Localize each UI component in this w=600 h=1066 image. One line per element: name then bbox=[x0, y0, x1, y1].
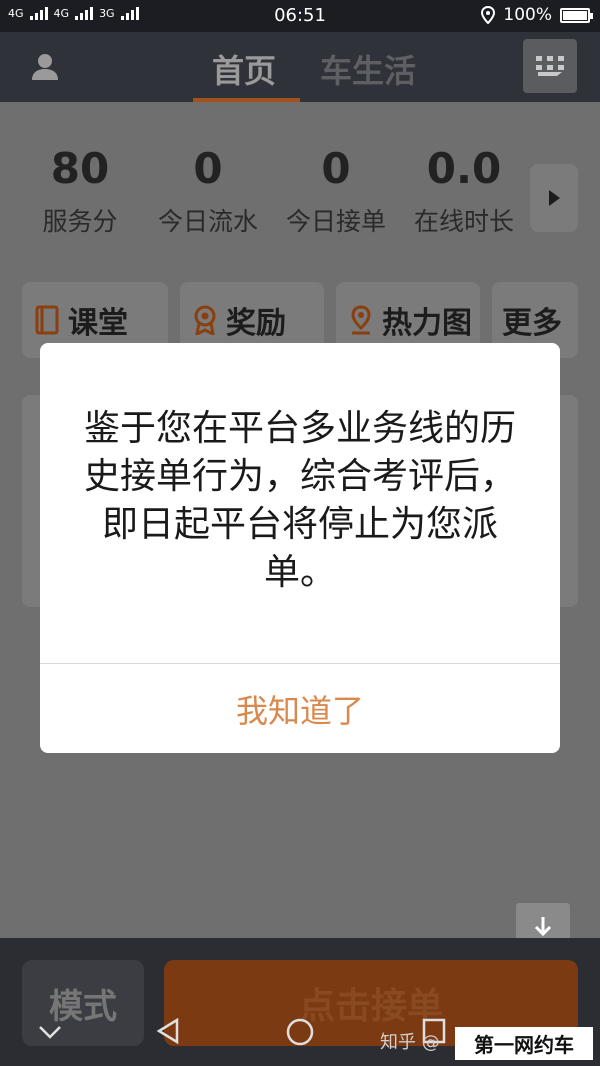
tab-car-life[interactable]: 车生活 bbox=[320, 46, 416, 92]
stat-today-orders[interactable]: 0 今日接单 bbox=[272, 144, 400, 238]
stats-next-button[interactable] bbox=[530, 164, 578, 232]
stat-value: 0 bbox=[193, 144, 223, 193]
quick-link-label: 课堂 bbox=[68, 306, 128, 341]
notice-dialog: 鉴于您在平台多业务线的历史接单行为，综合考评后，即日起平台将停止为您派单。 我知… bbox=[40, 343, 560, 753]
location-pin-icon bbox=[351, 305, 371, 335]
watermark-source: 知乎 @ bbox=[380, 1032, 440, 1053]
grid-icon bbox=[536, 56, 564, 76]
chevron-down-icon[interactable] bbox=[38, 1024, 62, 1040]
book-icon bbox=[35, 305, 59, 335]
back-icon[interactable] bbox=[156, 1018, 180, 1044]
dialog-confirm-button[interactable]: 我知道了 bbox=[40, 664, 560, 753]
quick-link-label: 热力图 bbox=[382, 306, 472, 341]
dialog-message: 鉴于您在平台多业务线的历史接单行为，综合考评后，即日起平台将停止为您派单。 bbox=[83, 408, 516, 593]
stat-today-revenue[interactable]: 0 今日流水 bbox=[144, 144, 272, 238]
quick-link-label: 更多 bbox=[502, 306, 562, 341]
stat-value: 0.0 bbox=[426, 144, 502, 193]
message-button[interactable] bbox=[523, 39, 577, 93]
stat-online-time[interactable]: 0.0 在线时长 bbox=[400, 144, 528, 238]
top-nav: 首页 车生活 bbox=[0, 32, 600, 102]
medal-icon bbox=[194, 305, 216, 335]
stat-label: 服务分 bbox=[42, 207, 118, 236]
battery-percent: 100% bbox=[503, 5, 552, 25]
stat-value: 80 bbox=[50, 144, 110, 193]
stat-label: 今日流水 bbox=[157, 207, 258, 236]
status-bar: 4G 4G 3G 06:51 100% bbox=[0, 0, 600, 32]
play-arrow-icon bbox=[549, 190, 560, 206]
stat-service-score[interactable]: 80 服务分 bbox=[16, 144, 144, 238]
stat-label: 在线时长 bbox=[413, 207, 514, 236]
battery-icon bbox=[560, 7, 593, 23]
home-icon[interactable] bbox=[286, 1018, 314, 1046]
tab-home[interactable]: 首页 bbox=[212, 46, 276, 92]
watermark: 第一网约车 bbox=[455, 1027, 593, 1060]
quick-link-label: 奖励 bbox=[226, 306, 286, 341]
user-icon[interactable] bbox=[28, 50, 62, 84]
stat-label: 今日接单 bbox=[285, 207, 386, 236]
stats-row: 80 服务分 0 今日流水 0 今日接单 0.0 在线时长 bbox=[0, 140, 530, 250]
stat-value: 0 bbox=[321, 144, 351, 193]
location-icon bbox=[481, 6, 496, 24]
